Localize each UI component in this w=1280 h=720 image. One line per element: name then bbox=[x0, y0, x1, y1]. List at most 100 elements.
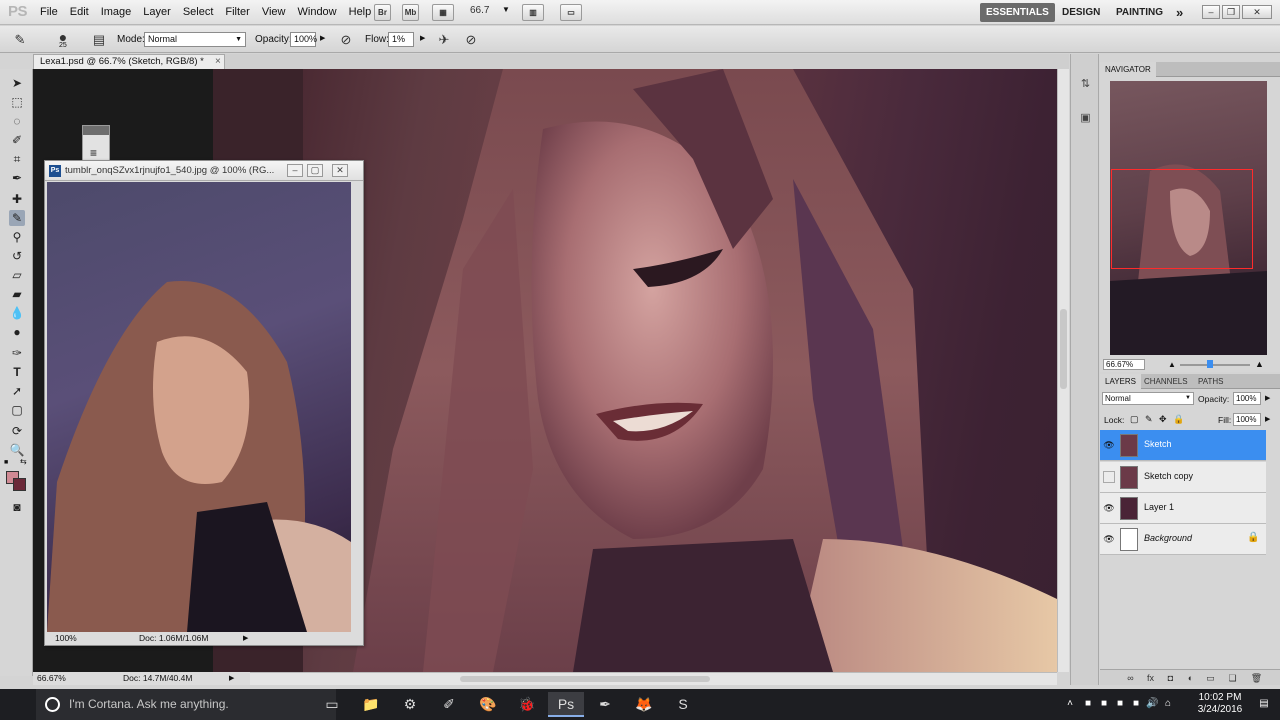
status-menu-arrow-icon[interactable]: ▶ bbox=[229, 672, 234, 685]
swap-colors-icon[interactable]: ⇆ bbox=[20, 457, 27, 466]
visibility-eye-icon[interactable]: 👁 bbox=[1103, 439, 1115, 451]
lasso-tool-icon[interactable]: ◌ bbox=[9, 113, 25, 129]
tray-app2-icon[interactable]: ■ bbox=[1114, 698, 1126, 710]
new-group-icon[interactable]: ▭ bbox=[1204, 672, 1217, 684]
move-tool-icon[interactable]: ➤ bbox=[9, 75, 25, 91]
workspace-essentials[interactable]: ESSENTIALS bbox=[980, 3, 1055, 22]
horizontal-scrollbar[interactable] bbox=[250, 672, 1057, 685]
opacity-arrow-icon[interactable]: ▶ bbox=[1265, 394, 1270, 402]
zoom-out-icon[interactable]: ▲ bbox=[1168, 360, 1176, 369]
brush-panel-icon[interactable]: ▤ bbox=[91, 32, 107, 48]
volume-icon[interactable]: 🔊 bbox=[1146, 698, 1158, 710]
brush-tool-icon[interactable]: ✎ bbox=[9, 210, 25, 226]
reference-maximize-button[interactable]: ▢ bbox=[307, 164, 323, 177]
firefox-icon[interactable]: 🦊 bbox=[626, 692, 662, 717]
tablet-pressure-size-icon[interactable]: ⊘ bbox=[463, 32, 479, 48]
tray-app-icon[interactable]: ■ bbox=[1082, 698, 1094, 710]
close-tab-icon[interactable]: × bbox=[215, 55, 221, 69]
reference-status-arrow-icon[interactable]: ▶ bbox=[243, 632, 248, 645]
layer-name[interactable]: Sketch bbox=[1144, 439, 1172, 449]
arrange-documents-button[interactable]: ▥ bbox=[522, 4, 544, 21]
layer-opacity-input[interactable]: 100% bbox=[1233, 392, 1261, 405]
adjustment-layer-icon[interactable]: ◐ bbox=[1184, 672, 1197, 684]
3d-rotate-tool-icon[interactable]: ⟳ bbox=[9, 423, 25, 439]
crop-tool-icon[interactable]: ⌗ bbox=[9, 151, 25, 167]
tab-channels[interactable]: CHANNELS bbox=[1139, 374, 1193, 389]
menu-file[interactable]: File bbox=[34, 0, 64, 25]
tray-app3-icon[interactable]: ■ bbox=[1130, 698, 1142, 710]
healing-brush-tool-icon[interactable]: ✚ bbox=[9, 191, 25, 207]
tray-overflow-icon[interactable]: ˄ bbox=[1064, 698, 1076, 710]
tab-navigator[interactable]: NAVIGATOR bbox=[1100, 62, 1156, 77]
background-color-swatch[interactable] bbox=[13, 478, 26, 491]
cortana-search-box[interactable]: I'm Cortana. Ask me anything. bbox=[36, 689, 336, 720]
view-extras-button[interactable]: ▦ bbox=[432, 4, 454, 21]
status-zoom[interactable]: 66.67% bbox=[37, 672, 66, 685]
layer-name[interactable]: Background bbox=[1144, 533, 1192, 543]
flow-input[interactable]: 1% bbox=[388, 32, 414, 47]
opacity-input[interactable]: 100% bbox=[290, 32, 317, 47]
layer-style-icon[interactable]: fx bbox=[1144, 672, 1157, 684]
vertical-scrollbar-thumb[interactable] bbox=[1060, 309, 1067, 389]
menu-edit[interactable]: Edit bbox=[64, 0, 95, 25]
media-app-icon[interactable]: ⚙ bbox=[392, 692, 428, 717]
floating-panel-header[interactable] bbox=[83, 126, 109, 135]
fill-input[interactable]: 100% bbox=[1233, 413, 1261, 426]
minimize-button[interactable]: – bbox=[1202, 5, 1220, 19]
shape-tool-icon[interactable]: ▢ bbox=[9, 402, 25, 418]
navigator-view-box[interactable] bbox=[1111, 169, 1253, 269]
visibility-eye-icon[interactable]: 👁 bbox=[1103, 533, 1115, 545]
brush-tool-preset-icon[interactable]: ✎ bbox=[12, 32, 28, 48]
history-panel-icon[interactable]: ⇅ bbox=[1077, 76, 1094, 93]
mini-bridge-button[interactable]: Mb bbox=[402, 4, 419, 21]
skype-icon[interactable]: S bbox=[665, 692, 701, 717]
layer-row-background[interactable]: 👁 Background 🔒 bbox=[1100, 524, 1266, 555]
reference-close-button[interactable]: ✕ bbox=[332, 164, 348, 177]
link-layers-icon[interactable]: ∞ bbox=[1124, 672, 1137, 684]
photoshop-taskbar-icon[interactable]: Ps bbox=[548, 692, 584, 717]
reference-photo[interactable] bbox=[47, 182, 351, 632]
layer-mask-icon[interactable]: ◘ bbox=[1164, 672, 1177, 684]
image-panel-icon[interactable]: ▣ bbox=[1077, 110, 1094, 127]
zoom-slider-handle[interactable] bbox=[1207, 360, 1213, 368]
default-colors-icon[interactable]: ■ bbox=[4, 459, 8, 466]
quick-mask-icon[interactable]: ◙ bbox=[9, 499, 25, 515]
airbrush-icon[interactable]: ✈ bbox=[436, 32, 452, 48]
dodge-tool-icon[interactable]: ● bbox=[9, 324, 25, 340]
sketch-app-icon[interactable]: ✐ bbox=[431, 692, 467, 717]
lock-position-icon[interactable]: ✥ bbox=[1159, 414, 1167, 425]
paint-app-icon[interactable]: 🎨 bbox=[470, 692, 506, 717]
menu-help[interactable]: Help bbox=[343, 0, 378, 25]
file-explorer-icon[interactable]: 📁 bbox=[353, 692, 389, 717]
quick-select-tool-icon[interactable]: ✐ bbox=[9, 132, 25, 148]
workspace-painting[interactable]: PAINTING bbox=[1110, 3, 1169, 22]
taskbar-clock[interactable]: 10:02 PM 3/24/2016 bbox=[1190, 692, 1250, 716]
layer-blend-mode-select[interactable]: Normal ▼ bbox=[1102, 392, 1194, 405]
path-selection-tool-icon[interactable]: ➚ bbox=[9, 383, 25, 399]
pen-tool-icon[interactable]: ✑ bbox=[9, 345, 25, 361]
fill-arrow-icon[interactable]: ▶ bbox=[1265, 415, 1270, 423]
zoom-slider[interactable] bbox=[1180, 364, 1250, 366]
history-brush-tool-icon[interactable]: ↺ bbox=[9, 248, 25, 264]
close-button[interactable]: ✕ bbox=[1242, 5, 1272, 19]
visibility-eye-icon[interactable]: 👁 bbox=[1103, 502, 1115, 514]
tab-paths[interactable]: PATHS bbox=[1193, 374, 1228, 389]
menu-select[interactable]: Select bbox=[177, 0, 220, 25]
marquee-tool-icon[interactable]: ⬚ bbox=[9, 94, 25, 110]
vertical-scrollbar[interactable] bbox=[1057, 69, 1069, 672]
bridge-button[interactable]: Br bbox=[374, 4, 391, 21]
bug-app-icon[interactable]: 🐞 bbox=[509, 692, 545, 717]
blur-tool-icon[interactable]: 💧 bbox=[9, 305, 25, 321]
reference-status-zoom[interactable]: 100% bbox=[55, 632, 77, 645]
mode-select[interactable]: Normal ▼ bbox=[144, 32, 246, 47]
workspace-design[interactable]: DESIGN bbox=[1056, 3, 1106, 22]
opacity-slider-arrow-icon[interactable]: ▶ bbox=[320, 34, 325, 42]
lock-transparent-icon[interactable]: ▢ bbox=[1130, 414, 1139, 425]
layer-row-sketch[interactable]: 👁 Sketch bbox=[1100, 430, 1266, 461]
lock-pixels-icon[interactable]: ✎ bbox=[1145, 414, 1153, 425]
menu-window[interactable]: Window bbox=[292, 0, 343, 25]
chevron-down-icon[interactable]: ▼ bbox=[502, 5, 510, 14]
zoom-level[interactable]: 66.7 bbox=[470, 5, 489, 16]
menu-view[interactable]: View bbox=[256, 0, 292, 25]
tray-acrobat-icon[interactable]: ■ bbox=[1098, 698, 1110, 710]
